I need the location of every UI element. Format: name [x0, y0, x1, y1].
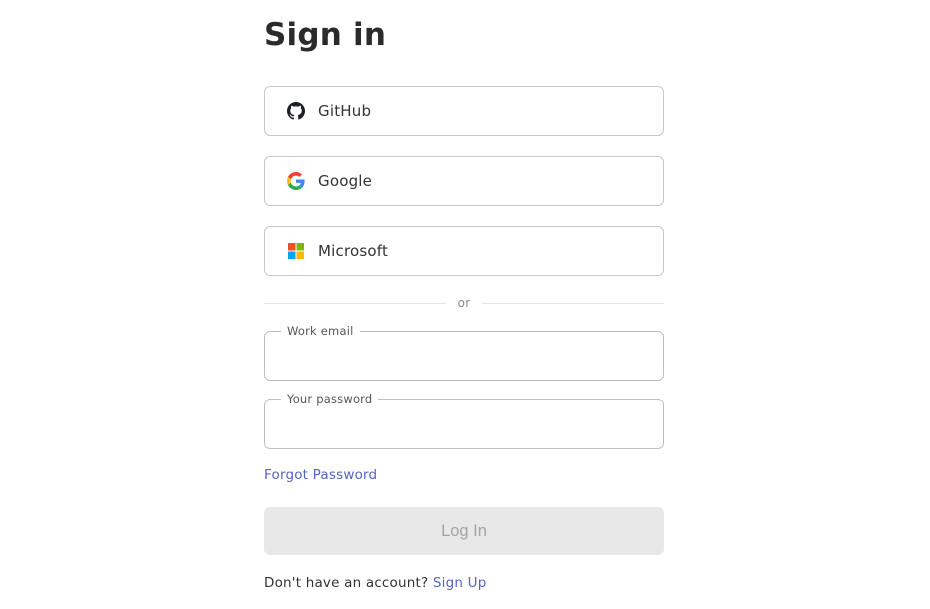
or-divider: or	[264, 293, 665, 313]
forgot-password-link[interactable]: Forgot Password	[264, 466, 377, 484]
microsoft-sign-in-button[interactable]: Microsoft	[264, 226, 664, 276]
email-input[interactable]	[277, 342, 651, 372]
google-sign-in-button[interactable]: Google	[264, 156, 664, 206]
microsoft-label: Microsoft	[318, 242, 389, 260]
signup-prompt: Don't have an account? Sign Up	[264, 574, 486, 592]
divider-line-left	[264, 302, 446, 304]
divider-text: or	[457, 296, 471, 310]
email-field: Work email	[264, 323, 664, 381]
github-icon	[287, 102, 305, 120]
microsoft-icon	[287, 242, 305, 260]
signup-prompt-text: Don't have an account?	[264, 575, 429, 591]
divider-line-right	[482, 302, 665, 304]
github-sign-in-button[interactable]: GitHub	[264, 86, 664, 136]
google-label: Google	[318, 172, 373, 190]
google-icon	[287, 172, 305, 190]
password-input[interactable]	[277, 410, 651, 440]
github-label: GitHub	[318, 102, 372, 120]
page-title: Sign in	[264, 17, 387, 53]
sign-up-link[interactable]: Sign Up	[433, 575, 487, 591]
log-in-button[interactable]: Log In	[264, 507, 664, 555]
password-field: Your password	[264, 391, 664, 449]
password-field-label: Your password	[281, 391, 379, 407]
email-field-label: Work email	[281, 323, 360, 339]
